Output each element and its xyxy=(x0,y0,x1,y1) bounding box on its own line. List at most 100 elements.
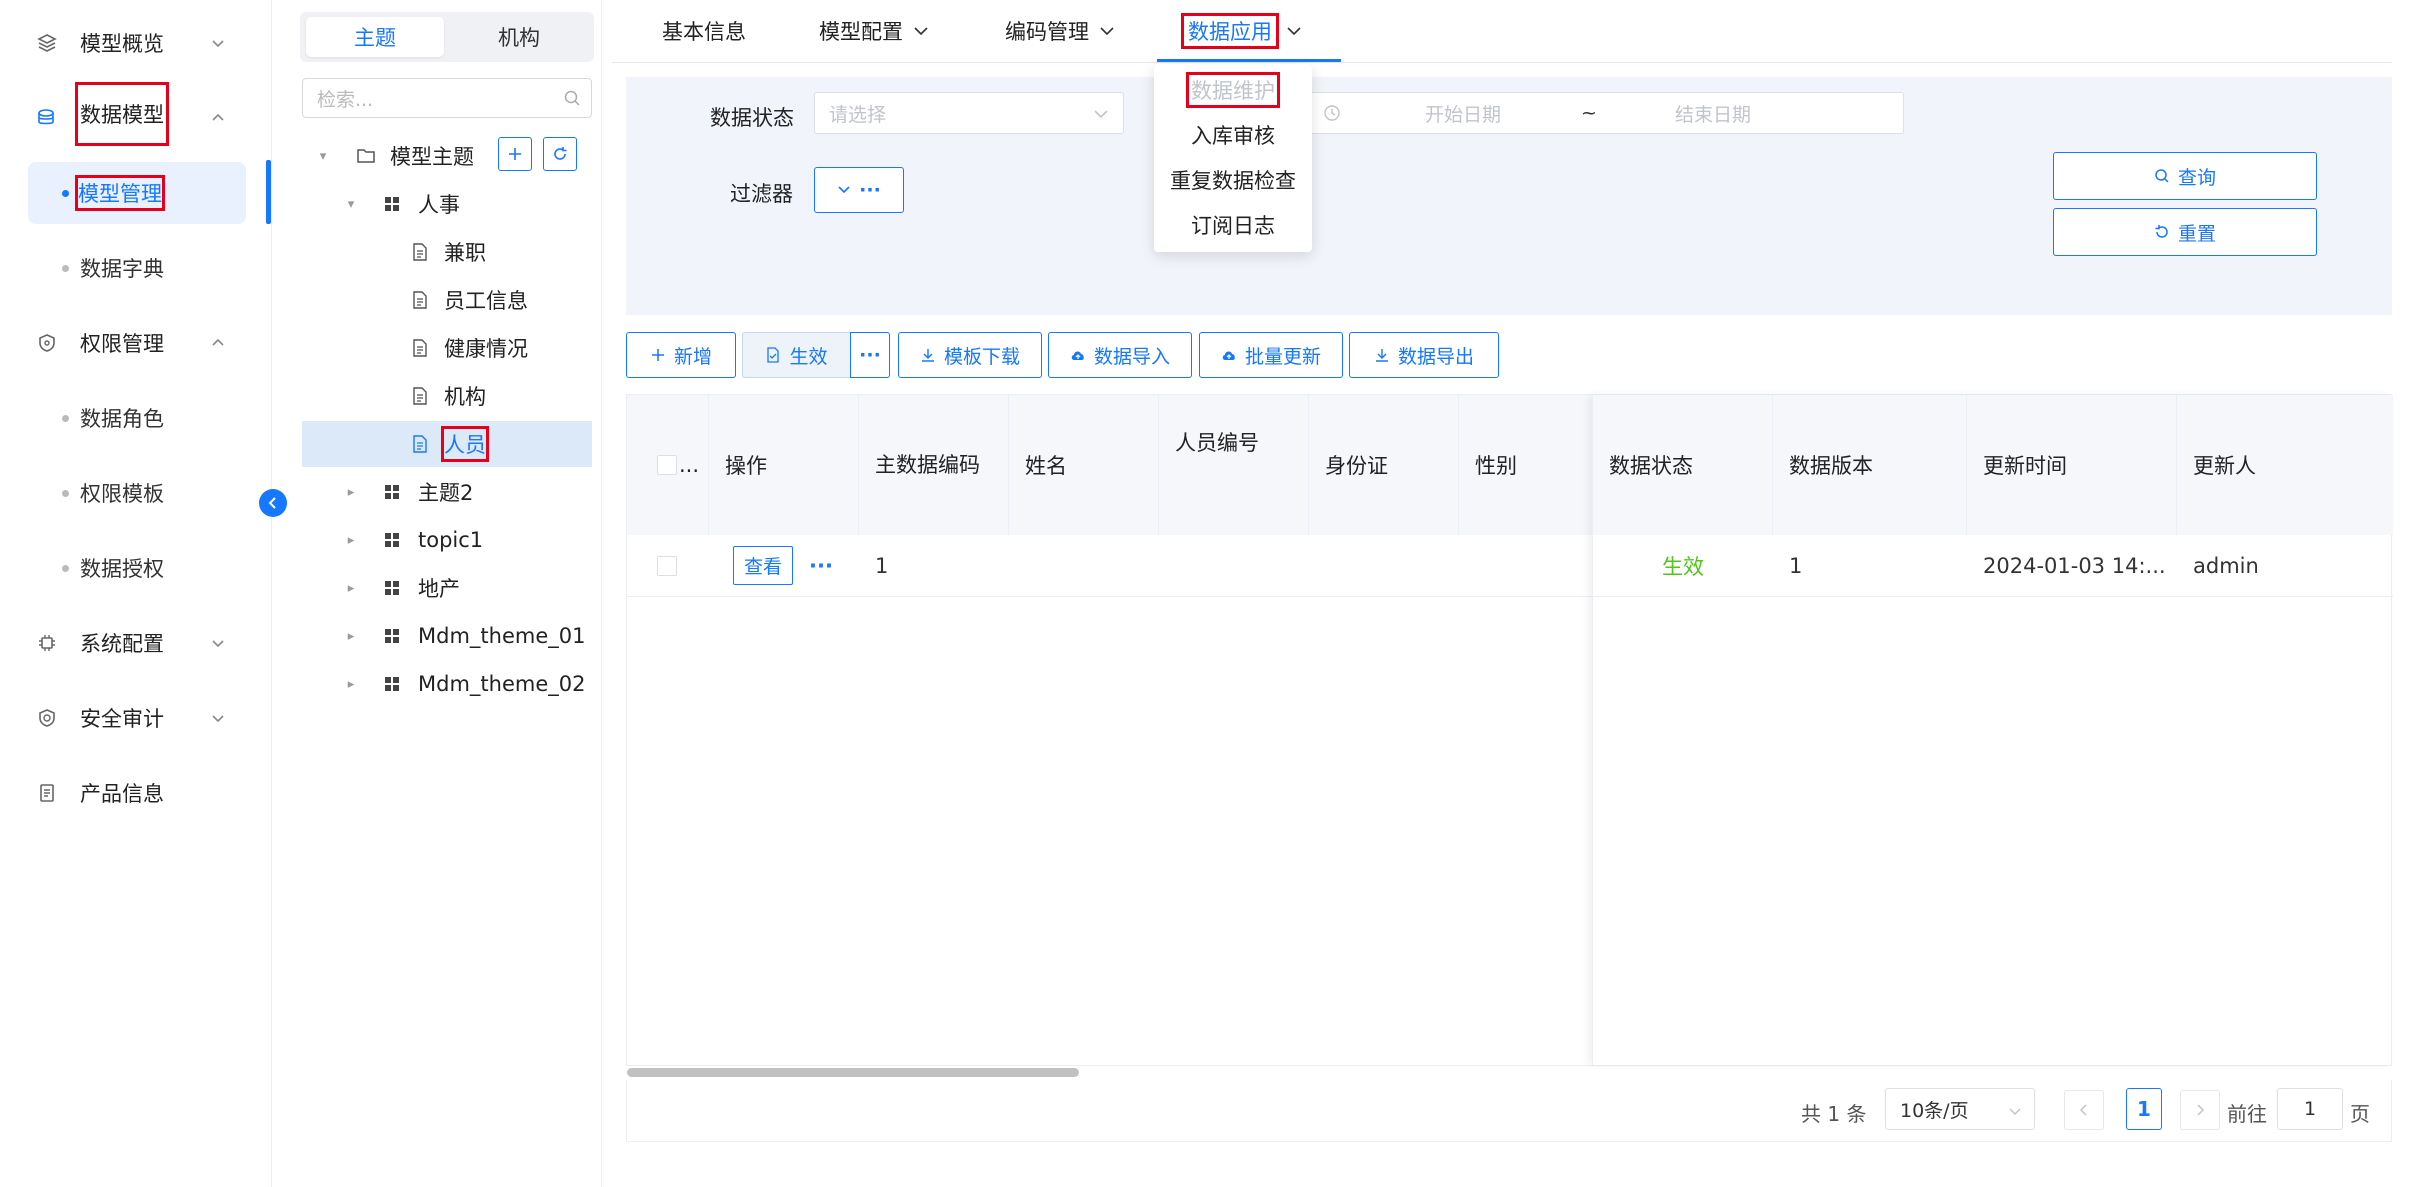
tree-node-label: 主题2 xyxy=(418,481,474,505)
select-all-checkbox[interactable] xyxy=(657,455,677,475)
nav-data-model[interactable]: 数据模型 xyxy=(0,82,272,148)
header-select-all[interactable]: ... xyxy=(627,395,709,535)
search-icon xyxy=(563,89,581,107)
data-import-label: 数据导入 xyxy=(1093,345,1170,368)
tree-node-health[interactable]: 健康情况 xyxy=(302,326,592,370)
segment-org[interactable]: 机构 xyxy=(450,17,588,57)
prev-page-button[interactable] xyxy=(2064,1090,2104,1130)
nav-permission-management[interactable]: 权限管理 xyxy=(0,313,272,373)
activate-button[interactable]: 生效 xyxy=(742,332,850,378)
nav-permission-template[interactable]: 权限模板 xyxy=(28,462,246,524)
tree-node-mdm-theme-02[interactable]: ▸ Mdm_theme_02 xyxy=(302,662,592,706)
activate-more-button[interactable]: ··· xyxy=(850,332,890,378)
status-select[interactable]: 请选择 xyxy=(814,92,1124,134)
chevron-left-icon xyxy=(268,497,276,509)
add-node-button[interactable] xyxy=(498,137,532,171)
batch-update-button[interactable]: 批量更新 xyxy=(1199,332,1343,378)
query-button[interactable]: 查询 xyxy=(2053,152,2317,200)
caret-right-icon: ▸ xyxy=(347,580,355,596)
shield-icon xyxy=(36,332,58,354)
header-operation: 操作 xyxy=(709,395,859,535)
tree-node-org[interactable]: 机构 xyxy=(302,374,592,418)
page-number-current[interactable]: 1 xyxy=(2126,1088,2162,1130)
data-import-button[interactable]: 数据导入 xyxy=(1048,332,1192,378)
nav-system-config[interactable]: 系统配置 xyxy=(0,613,272,673)
date-range-picker[interactable]: 开始日期 ~ 结束日期 xyxy=(1306,92,1904,134)
tree-node-label: topic1 xyxy=(418,528,484,552)
active-tab-underline xyxy=(1157,59,1341,62)
goto-label: 前往 xyxy=(2227,1102,2267,1126)
header-ellipsis: ... xyxy=(679,453,700,477)
collapse-sidebar-button[interactable] xyxy=(259,489,287,517)
tree-node-personnel[interactable]: 人员 xyxy=(302,421,592,467)
cell-updated-by: admin xyxy=(2177,535,2393,597)
tab-code-management[interactable]: 编码管理 xyxy=(1005,14,1117,48)
nav-product-info[interactable]: 产品信息 xyxy=(0,763,272,823)
nav-model-overview[interactable]: 模型概览 xyxy=(0,13,272,73)
grid-icon xyxy=(382,194,402,214)
add-button[interactable]: 新增 xyxy=(626,332,736,378)
bullet-dot xyxy=(62,489,69,497)
nav-data-role[interactable]: 数据角色 xyxy=(28,387,246,449)
cell-data-status: 生效 xyxy=(1593,535,1773,597)
menu-item-data-maintenance[interactable]: 数据维护 xyxy=(1154,68,1312,112)
template-download-button[interactable]: 模板下载 xyxy=(898,332,1042,378)
segment-topic[interactable]: 主题 xyxy=(306,17,444,57)
page-suffix: 页 xyxy=(2350,1102,2370,1126)
chevron-down-icon xyxy=(1286,22,1304,40)
file-icon xyxy=(410,386,430,406)
tree-search-input[interactable]: 检索... xyxy=(302,78,592,118)
horizontal-scrollbar[interactable] xyxy=(627,1068,1079,1077)
chevron-down-icon xyxy=(1093,105,1109,127)
menu-item-label: 数据维护 xyxy=(1186,72,1280,108)
plus-icon xyxy=(650,347,666,363)
next-page-button[interactable] xyxy=(2180,1090,2220,1130)
caret-right-icon: ▸ xyxy=(347,484,355,500)
reset-button[interactable]: 重置 xyxy=(2053,208,2317,256)
file-icon xyxy=(410,290,430,310)
header-updated-at: 更新时间 xyxy=(1967,395,2177,535)
goto-page-input[interactable]: 1 xyxy=(2277,1088,2343,1130)
nav-data-authorization[interactable]: 数据授权 xyxy=(28,537,246,599)
tree-node-real-estate[interactable]: ▸ 地产 xyxy=(302,566,592,610)
filter-expand-button[interactable]: ··· xyxy=(814,167,904,213)
tree-node-label: Mdm_theme_02 xyxy=(418,672,586,696)
tab-model-config[interactable]: 模型配置 xyxy=(819,14,931,48)
nav-security-audit[interactable]: 安全审计 xyxy=(0,688,272,748)
tree-node-topic1[interactable]: ▸ topic1 xyxy=(302,518,592,562)
menu-item-storage-review[interactable]: 入库审核 xyxy=(1154,113,1312,157)
row-select[interactable] xyxy=(627,535,709,597)
nav-label: 数据角色 xyxy=(80,407,164,431)
cell-updated-at: 2024-01-03 14:... xyxy=(1967,535,2177,597)
tree-node-mdm-theme-01[interactable]: ▸ Mdm_theme_01 xyxy=(302,614,592,658)
goto-page-value: 1 xyxy=(2303,1098,2317,1120)
menu-item-duplicate-check[interactable]: 重复数据检查 xyxy=(1154,158,1312,202)
nav-data-dictionary[interactable]: 数据字典 xyxy=(28,237,246,299)
chevron-down-icon xyxy=(913,22,931,40)
row-checkbox[interactable] xyxy=(657,555,677,576)
nav-label: 数据授权 xyxy=(80,557,164,581)
tree-node-part-time[interactable]: 兼职 xyxy=(302,230,592,274)
plus-icon xyxy=(509,148,521,160)
end-date-placeholder[interactable]: 结束日期 xyxy=(1675,100,1751,127)
tab-basic-info[interactable]: 基本信息 xyxy=(662,14,746,48)
caret-down-icon: ▾ xyxy=(347,196,355,212)
more-dots: ··· xyxy=(859,179,881,201)
view-button[interactable]: 查看 xyxy=(733,546,794,585)
cloud-upload-icon xyxy=(1070,347,1086,363)
nav-label: 产品信息 xyxy=(80,782,164,806)
query-label: 查询 xyxy=(2177,166,2216,189)
menu-item-subscription-log[interactable]: 订阅日志 xyxy=(1154,203,1312,247)
row-more-button[interactable]: ··· xyxy=(809,554,833,578)
tree-node-hr[interactable]: ▾ 人事 xyxy=(302,182,592,226)
chevron-down-icon xyxy=(208,708,228,728)
add-label: 新增 xyxy=(673,345,712,368)
refresh-tree-button[interactable] xyxy=(543,137,577,171)
nav-model-management[interactable]: 模型管理 xyxy=(28,162,246,224)
start-date-placeholder[interactable]: 开始日期 xyxy=(1425,100,1501,127)
data-export-button[interactable]: 数据导出 xyxy=(1349,332,1499,378)
tree-node-employee-info[interactable]: 员工信息 xyxy=(302,278,592,322)
tree-node-topic2[interactable]: ▸ 主题2 xyxy=(302,470,592,514)
page-size-select[interactable]: 10条/页 xyxy=(1885,1088,2035,1130)
tab-data-application[interactable]: 数据应用 xyxy=(1181,13,1304,49)
